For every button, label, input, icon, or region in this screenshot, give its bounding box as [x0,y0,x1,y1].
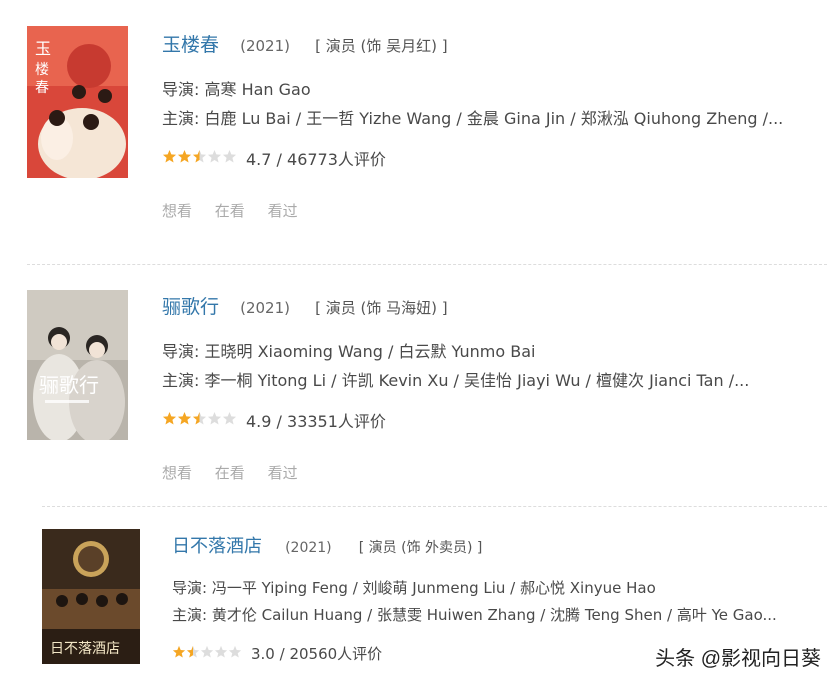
director-names: 冯一平 Yiping Feng / 刘峻萌 Junmeng Liu / 郝心悦 … [211,579,656,597]
star-icon [200,645,214,663]
cast-names: 黄才伦 Cailun Huang / 张慧雯 Huiwen Zhang / 沈腾… [211,606,777,624]
watermark: 头条 @影视向日葵 [655,648,821,670]
movie-title-link[interactable]: 日不落酒店 [172,536,262,557]
movie-year: (2021) [285,540,332,556]
svg-text:日不落酒店: 日不落酒店 [50,641,120,657]
star-rating [172,645,242,663]
cast-prefix: 主演: [172,606,212,624]
rating-row: 3.0 / 20560人评价 [172,643,382,664]
movie-poster[interactable]: 日不落酒店 [42,529,140,664]
star-icon [172,645,186,663]
cast-line: 主演: 黄才伦 Cailun Huang / 张慧雯 Huiwen Zhang … [172,604,777,625]
director-line: 导演: 冯一平 Yiping Feng / 刘峻萌 Junmeng Liu / … [172,577,656,598]
movie-item: 日不落酒店 日不落酒店 (2021) [ 演员 (饰 外卖员) ] 导演: 冯一… [0,0,839,684]
star-icon [228,645,242,663]
star-icon [186,645,200,663]
role-label: [ 演员 (饰 外卖员) ] [358,540,483,556]
star-icon [214,645,228,663]
rating-text: 3.0 / 20560人评价 [251,645,383,663]
director-prefix: 导演: [172,579,212,597]
